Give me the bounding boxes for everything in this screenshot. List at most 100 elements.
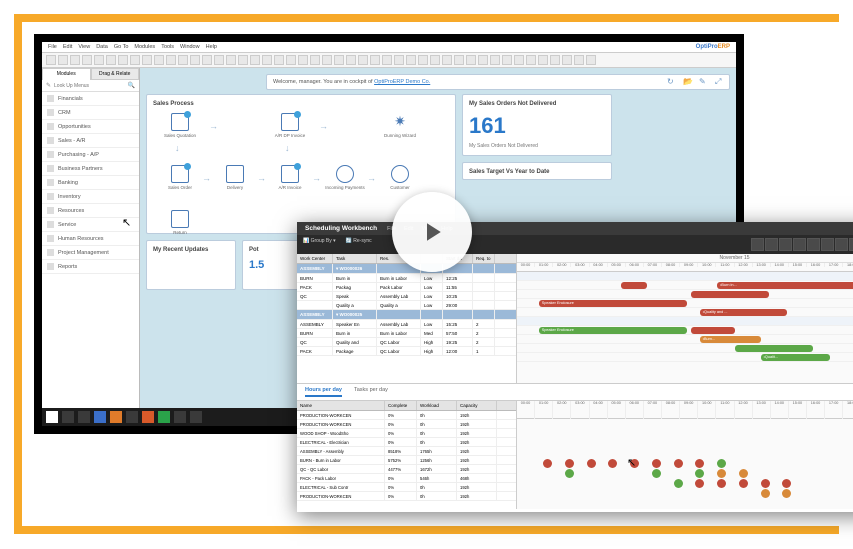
gantt-bar[interactable]	[735, 345, 813, 352]
toolbar-button[interactable]	[250, 55, 260, 65]
toolbar-button[interactable]	[382, 55, 392, 65]
sidebar-item-purchasing-a-p[interactable]: Purchasing - A/P	[42, 148, 139, 162]
search-taskbar-icon[interactable]	[62, 411, 74, 423]
gantt-bar[interactable]	[691, 327, 735, 334]
toolbar-button[interactable]	[550, 55, 560, 65]
resync-button[interactable]: 🔄 Re-sync	[346, 238, 372, 251]
toolbar-button[interactable]	[274, 55, 284, 65]
toolbar-button[interactable]	[190, 55, 200, 65]
task-row[interactable]: ASSEMBLY▾ WO000025	[297, 310, 516, 320]
toolbar-button[interactable]	[178, 55, 188, 65]
toolbar-button[interactable]	[322, 55, 332, 65]
toolbar-btn[interactable]	[807, 238, 820, 251]
task-row[interactable]: QCSpeakAssembly LabLow10:25	[297, 292, 516, 301]
workload-dot[interactable]	[652, 459, 661, 468]
task-view-icon[interactable]	[78, 411, 90, 423]
toolbar-button[interactable]	[526, 55, 536, 65]
toolbar-button[interactable]	[574, 55, 584, 65]
workload-dot[interactable]	[782, 489, 791, 498]
toolbar-button[interactable]	[202, 55, 212, 65]
toolbar-button[interactable]	[118, 55, 128, 65]
toolbar-button[interactable]	[82, 55, 92, 65]
toolbar-button[interactable]	[538, 55, 548, 65]
node-delivery[interactable]: Delivery	[212, 165, 258, 190]
toolbar-button[interactable]	[130, 55, 140, 65]
menu-modules[interactable]: Modules	[134, 44, 155, 50]
tab-tasks-per-day[interactable]: Tasks per day	[354, 387, 388, 397]
toolbar-button[interactable]	[586, 55, 596, 65]
toolbar-button[interactable]	[358, 55, 368, 65]
toolbar-button[interactable]	[490, 55, 500, 65]
workcenter-row[interactable]: PRODUCTION-WORKCEN0%0h192h	[297, 420, 516, 429]
toolbar-button[interactable]	[166, 55, 176, 65]
toolbar-button[interactable]	[478, 55, 488, 65]
task-row[interactable]: QCQuality andQC LaborHigh19:252	[297, 338, 516, 347]
workload-dot[interactable]	[565, 459, 574, 468]
search-input[interactable]	[54, 83, 124, 89]
app-icon[interactable]	[126, 411, 138, 423]
toolbar-button[interactable]	[58, 55, 68, 65]
node-ar-invoice[interactable]: A/R Invoice	[267, 165, 313, 190]
toolbar-button[interactable]	[406, 55, 416, 65]
refresh-icon[interactable]: ↻	[667, 78, 675, 86]
folder-icon[interactable]: 📂	[683, 78, 691, 86]
search-icon[interactable]: 🔍	[128, 82, 135, 89]
task-row[interactable]: Quality aQuality aLow29:00	[297, 301, 516, 310]
workcenter-row[interactable]: PRODUCTION-WORKCEN0%0h192h	[297, 492, 516, 501]
node-dunning-wizard[interactable]: ✷Dunning Wizard	[377, 113, 423, 138]
sidebar-item-inventory[interactable]: Inventory	[42, 190, 139, 204]
gantt-bar[interactable]: Speaker Enclosure	[539, 300, 687, 307]
workload-dot[interactable]	[674, 479, 683, 488]
gantt-bar[interactable]: •Burn in...	[717, 282, 853, 289]
workcenter-row[interactable]: WOOD SHOP - WoodSho0%0h192h	[297, 429, 516, 438]
workcenter-row[interactable]: ELECTRICAL - Sub Contr0%0h192h	[297, 483, 516, 492]
toolbar-button[interactable]	[94, 55, 104, 65]
file-explorer-icon[interactable]	[110, 411, 122, 423]
firefox-icon[interactable]	[142, 411, 154, 423]
workload-dot[interactable]	[695, 479, 704, 488]
gantt-bar[interactable]: Speaker Enclosure	[539, 327, 687, 334]
workload-dot[interactable]	[543, 459, 552, 468]
workload-dot[interactable]	[761, 479, 770, 488]
menu-data[interactable]: Data	[96, 44, 108, 50]
toolbar-button[interactable]	[394, 55, 404, 65]
menu-help[interactable]: Help	[206, 44, 217, 50]
sidebar-item-reports[interactable]: Reports	[42, 260, 139, 274]
toolbar-btn[interactable]	[835, 238, 848, 251]
menu-tools[interactable]: Tools	[161, 44, 174, 50]
toolbar-button[interactable]	[562, 55, 572, 65]
task-row[interactable]: BURNBurn inBurn in LaborLow12:25	[297, 274, 516, 283]
node-return[interactable]: Return	[157, 210, 203, 235]
toolbar-btn[interactable]	[765, 238, 778, 251]
toolbar-button[interactable]	[46, 55, 56, 65]
gantt-bar[interactable]	[691, 291, 769, 298]
workload-dot[interactable]	[739, 469, 748, 478]
node-incoming-payments[interactable]: Incoming Payments	[322, 165, 368, 190]
expand-icon[interactable]: ⤢	[715, 78, 723, 86]
gantt-bar[interactable]: •Burn...	[700, 336, 761, 343]
sidebar-item-banking[interactable]: Banking	[42, 176, 139, 190]
workload-dot[interactable]	[652, 469, 661, 478]
toolbar-button[interactable]	[514, 55, 524, 65]
edge-icon[interactable]	[94, 411, 106, 423]
toolbar-button[interactable]	[286, 55, 296, 65]
workload-dot[interactable]	[608, 459, 617, 468]
toolbar-btn[interactable]	[793, 238, 806, 251]
workload-dot[interactable]	[674, 459, 683, 468]
toolbar-btn[interactable]	[779, 238, 792, 251]
sidebar-item-crm[interactable]: CRM	[42, 106, 139, 120]
node-sales-quotation[interactable]: Sales Quotation	[157, 113, 203, 138]
menu-go to[interactable]: Go To	[114, 44, 129, 50]
play-button[interactable]	[392, 192, 472, 272]
workcenter-row[interactable]: ELECTRICAL - Electrician0%0h192h	[297, 438, 516, 447]
menu-view[interactable]: View	[78, 44, 90, 50]
workcenter-row[interactable]: BURN - Burn in Labor5752%1256h192h	[297, 456, 516, 465]
toolbar-button[interactable]	[346, 55, 356, 65]
menu-file[interactable]: File	[48, 44, 57, 50]
sidebar-item-human-resources[interactable]: Human Resources	[42, 232, 139, 246]
group-by-dropdown[interactable]: 📊 Group By ▾	[303, 238, 336, 251]
toolbar-button[interactable]	[370, 55, 380, 65]
toolbar-button[interactable]	[310, 55, 320, 65]
toolbar-button[interactable]	[430, 55, 440, 65]
company-link[interactable]: OptiProERP Demo Co.	[374, 79, 430, 85]
